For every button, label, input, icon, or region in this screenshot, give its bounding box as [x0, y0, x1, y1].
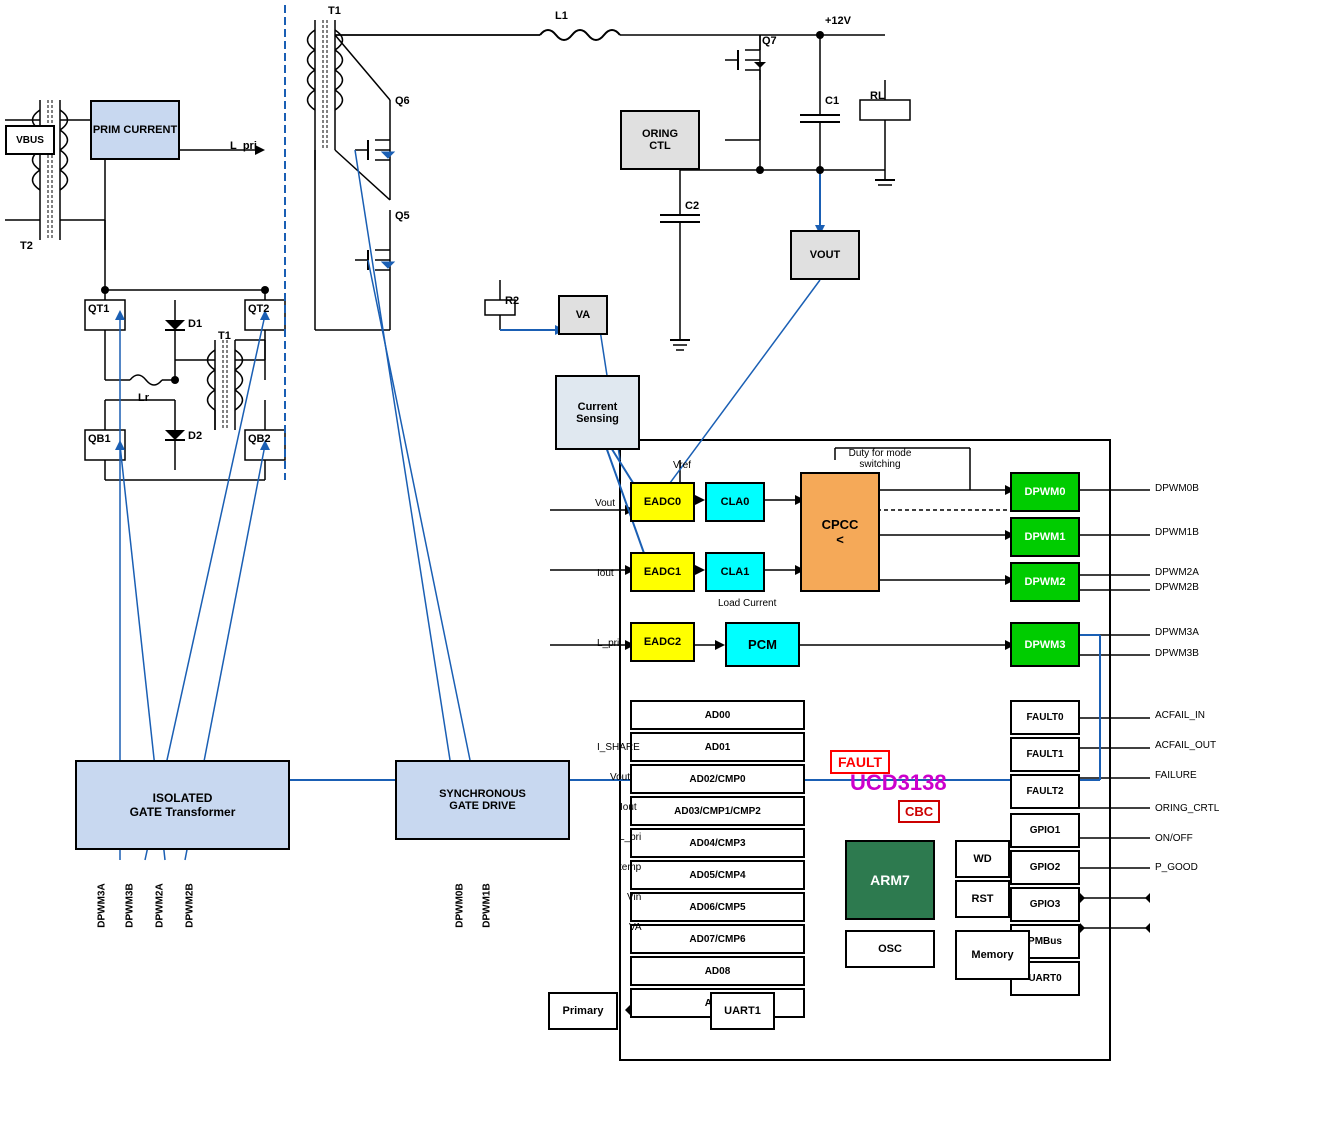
acfail-in-label: ACFAIL_IN — [1155, 710, 1205, 721]
c2-label: C2 — [685, 200, 699, 212]
dpwm0-block: DPWM0 — [1010, 472, 1080, 512]
qb2-label: QB2 — [248, 433, 271, 445]
l-pri-sig-label: L_pri — [597, 638, 619, 649]
vin-ad-label: Vin — [627, 892, 641, 903]
ad05: AD05/CMP4 — [630, 860, 805, 890]
uart1-block: UART1 — [710, 992, 775, 1030]
q5-label: Q5 — [395, 210, 410, 222]
rl-label: RL — [870, 90, 885, 102]
gpio3-block: GPIO3 — [1010, 887, 1080, 922]
eadc0-block: EADC0 — [630, 482, 695, 522]
d2-label: D2 — [188, 430, 202, 442]
oring-ctl-block: ORINGCTL — [620, 110, 700, 170]
ucd3138-label: UCD3138 — [850, 770, 947, 796]
d1-label: D1 — [188, 318, 202, 330]
pcm-block: PCM — [725, 622, 800, 667]
c1-label: C1 — [825, 95, 839, 107]
ad03: AD03/CMP1/CMP2 — [630, 796, 805, 826]
gpio1-block: GPIO1 — [1010, 813, 1080, 848]
vout-block: VOUT — [790, 230, 860, 280]
dpwm1b-out-label: DPWM1B — [1155, 527, 1199, 538]
dpwm2b-out-label: DPWM2B — [1155, 582, 1199, 593]
qb1-label: QB1 — [88, 433, 111, 445]
dpwm1-block: DPWM1 — [1010, 517, 1080, 557]
ad08: AD08 — [630, 956, 805, 986]
t2-label: T2 — [20, 240, 33, 252]
dpwm3a-rot-label: DPWM3A — [97, 883, 108, 927]
ad02: AD02/CMP0 — [630, 764, 805, 794]
dpwm1b-rot-label: DPWM1B — [482, 883, 493, 927]
va-ad-label: VA — [629, 922, 642, 933]
cla1-block: CLA1 — [705, 552, 765, 592]
l-pri-arrow-label: L_pri — [230, 140, 257, 152]
sync-gate-block: SYNCHRONOUSGATE DRIVE — [395, 760, 570, 840]
ad04: AD04/CMP3 — [630, 828, 805, 858]
primary-block: Primary — [548, 992, 618, 1030]
q7-label: Q7 — [762, 35, 777, 47]
eadc1-block: EADC1 — [630, 552, 695, 592]
va-block: VA — [558, 295, 608, 335]
plus12v-label: +12V — [825, 15, 851, 27]
cpcc-block: CPCC< — [800, 472, 880, 592]
current-sensing-block: CurrentSensing — [555, 375, 640, 450]
duty-label: Duty for modeswitching — [820, 448, 940, 470]
qt1-label: QT1 — [88, 303, 109, 315]
t1-bot-label: T1 — [218, 330, 231, 342]
dpwm0b-rot-label: DPWM0B — [455, 883, 466, 927]
qt2-label: QT2 — [248, 303, 269, 315]
p-good-label: P_GOOD — [1155, 862, 1198, 873]
oring-crtl-label: ORING_CRTL — [1155, 803, 1219, 814]
lr-label: Lr — [138, 392, 149, 404]
t1-top-label: T1 — [328, 5, 341, 17]
memory-block: Memory — [955, 930, 1030, 980]
diagram-container: VBUS PRIM CURRENT ISOLATEDGATE Transform… — [0, 0, 1327, 1146]
dpwm2a-rot-label: DPWM2A — [155, 883, 166, 927]
acfail-out-label: ACFAIL_OUT — [1155, 740, 1216, 751]
fault2-block: FAULT2 — [1010, 774, 1080, 809]
dpwm2a-out-label: DPWM2A — [1155, 567, 1199, 578]
r2-label: R2 — [505, 295, 519, 307]
iout-ad-label: Iout — [620, 802, 637, 813]
dpwm3a-out-label: DPWM3A — [1155, 627, 1199, 638]
failure-label: FAILURE — [1155, 770, 1197, 781]
vout-sig-label: Vout — [595, 498, 615, 509]
dpwm0b-out-label: DPWM0B — [1155, 483, 1199, 494]
prim-current-block: PRIM CURRENT — [90, 100, 180, 160]
cla0-block: CLA0 — [705, 482, 765, 522]
gpio2-block: GPIO2 — [1010, 850, 1080, 885]
dpwm3b-out-label: DPWM3B — [1155, 648, 1199, 659]
vref-label: Vref — [673, 460, 691, 471]
iout-sig-label: Iout — [597, 568, 614, 579]
ad07: AD07/CMP6 — [630, 924, 805, 954]
vout-ad-label: Vout — [610, 772, 630, 783]
osc-block: OSC — [845, 930, 935, 968]
l-pri-ad-label: L_pri — [619, 832, 641, 843]
q6-label: Q6 — [395, 95, 410, 107]
dpwm2-block: DPWM2 — [1010, 562, 1080, 602]
vbus-block: VBUS — [5, 125, 55, 155]
ad00: AD00 — [630, 700, 805, 730]
temp-ad-label: temp — [619, 862, 641, 873]
on-off-label: ON/OFF — [1155, 833, 1193, 844]
dpwm2b-rot-label: DPWM2B — [185, 883, 196, 927]
dpwm3b-rot-label: DPWM3B — [125, 883, 136, 927]
ad01: AD01 — [630, 732, 805, 762]
arm7-block: ARM7 — [845, 840, 935, 920]
isolated-gate-block: ISOLATEDGATE Transformer — [75, 760, 290, 850]
eadc2-block: EADC2 — [630, 622, 695, 662]
fault1-block: FAULT1 — [1010, 737, 1080, 772]
wd-block: WD — [955, 840, 1010, 878]
load-current-label: Load Current — [718, 598, 776, 609]
rst-block: RST — [955, 880, 1010, 918]
fault0-block: FAULT0 — [1010, 700, 1080, 735]
i-share-label: I_SHARE — [597, 742, 640, 753]
l1-label: L1 — [555, 10, 568, 22]
ad06: AD06/CMP5 — [630, 892, 805, 922]
dpwm3-block: DPWM3 — [1010, 622, 1080, 667]
cbc-badge: CBC — [898, 800, 940, 823]
